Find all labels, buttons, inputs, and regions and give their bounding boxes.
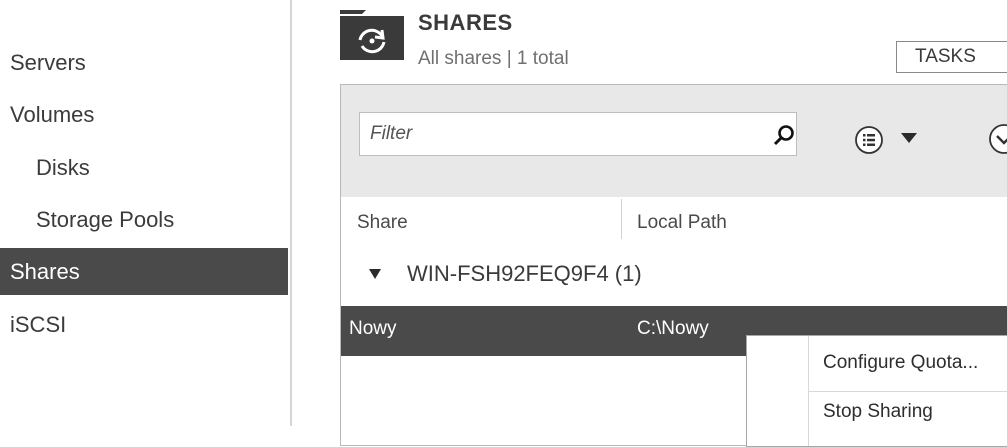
context-menu: Configure Quota... Stop Sharing [746, 335, 1007, 447]
sidebar-item-label: iSCSI [10, 312, 67, 337]
sidebar-item-label: Volumes [10, 102, 95, 127]
sidebar-item-volumes[interactable]: Volumes [0, 92, 288, 138]
sidebar-item-storage-pools[interactable]: Storage Pools [0, 197, 288, 243]
sidebar: Servers Volumes Disks Storage Pools Shar… [0, 0, 290, 426]
menu-item-stop-sharing[interactable]: Stop Sharing [823, 401, 933, 423]
expand-circle-icon[interactable] [987, 122, 1007, 156]
sidebar-item-label: Shares [10, 259, 80, 284]
menu-item-configure-quota[interactable]: Configure Quota... [823, 352, 978, 374]
page-title: SHARES [418, 10, 513, 35]
column-header-share[interactable]: Share [357, 197, 408, 249]
filter-field[interactable] [359, 112, 797, 156]
sidebar-item-label: Disks [36, 155, 90, 180]
sidebar-item-shares[interactable]: Shares [0, 248, 288, 295]
sidebar-item-iscsi[interactable]: iSCSI [0, 302, 288, 348]
server-group-label: WIN-FSH92FEQ9F4 (1) [407, 261, 642, 286]
toolbar [341, 85, 1007, 197]
list-view-icon[interactable] [853, 124, 885, 156]
server-group-row[interactable]: WIN-FSH92FEQ9F4 (1) [341, 249, 1007, 299]
sidebar-item-servers[interactable]: Servers [0, 40, 288, 86]
column-header-local-path[interactable]: Local Path [637, 197, 727, 249]
shared-folder-icon [340, 10, 404, 60]
share-name-cell: Nowy [349, 318, 397, 339]
collapse-triangle-icon[interactable] [369, 269, 381, 279]
sidebar-item-label: Servers [10, 50, 86, 75]
filter-input[interactable] [370, 113, 750, 155]
dropdown-arrow-icon[interactable] [901, 133, 917, 143]
local-path-cell: C:\Nowy [637, 318, 709, 339]
sidebar-item-label: Storage Pools [36, 207, 175, 232]
menu-divider [809, 391, 1007, 392]
column-divider [621, 199, 622, 239]
search-icon[interactable] [772, 123, 796, 147]
sidebar-item-disks[interactable]: Disks [0, 145, 288, 191]
tasks-button[interactable]: TASKS [896, 41, 1007, 73]
sidebar-divider [290, 0, 292, 426]
page-subtitle: All shares | 1 total [418, 48, 569, 69]
